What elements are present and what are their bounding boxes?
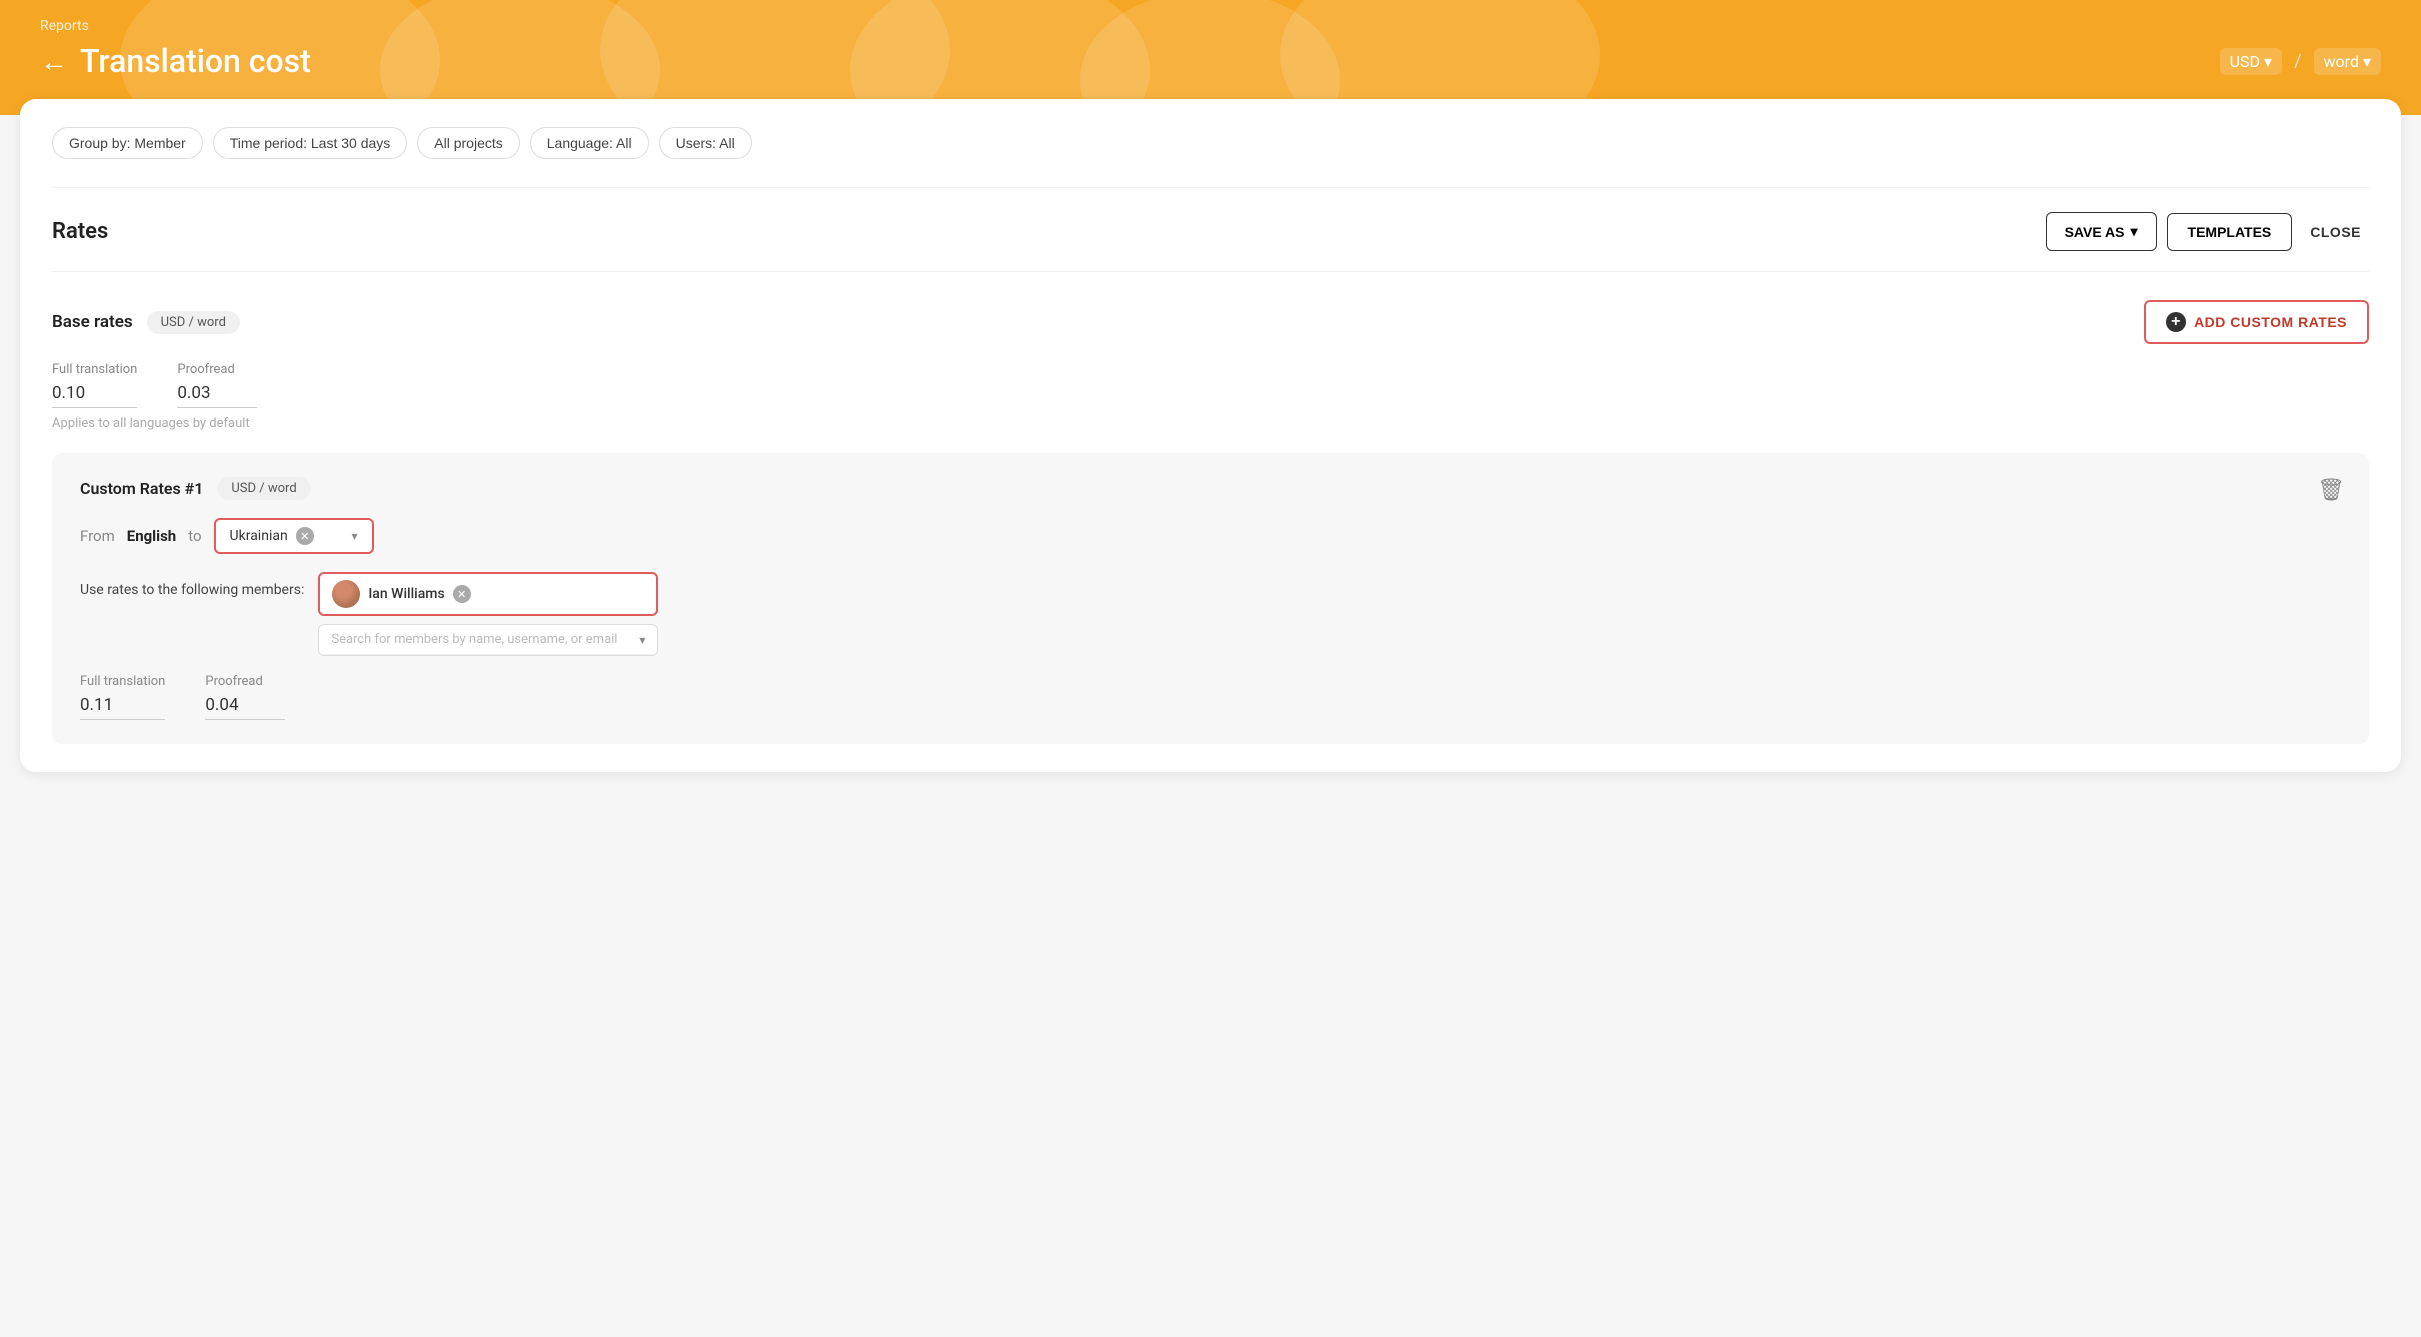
custom-rates-currency-badge: USD / word (217, 477, 310, 500)
unit-chevron-icon: ▾ (2363, 52, 2371, 71)
base-rates-currency-badge: USD / word (147, 311, 240, 334)
from-label: From (80, 527, 115, 545)
members-label: Use rates to the following members: (80, 572, 304, 598)
member-avatar (332, 580, 360, 608)
full-translation-value: 0.10 (52, 383, 137, 408)
custom-proofread-label: Proofread (205, 674, 285, 689)
language-row: From English to Ukrainian ✕ ▾ (80, 518, 2341, 554)
custom-full-translation-field: Full translation 0.11 (80, 674, 165, 720)
filter-language[interactable]: Language: All (530, 127, 649, 159)
full-translation-label: Full translation (52, 362, 137, 377)
to-language-remove-icon[interactable]: ✕ (296, 527, 314, 545)
base-rates-title-row: Base rates USD / word (52, 311, 240, 334)
page-title: ← Translation cost (40, 42, 311, 80)
delete-custom-rates-button[interactable]: 🗑 (2317, 477, 2345, 503)
page-header: Reports ← Translation cost USD ▾ / word … (0, 0, 2421, 115)
member-remove-icon[interactable]: ✕ (453, 585, 471, 603)
custom-full-translation-value: 0.11 (80, 695, 165, 720)
templates-label: TEMPLATES (2188, 224, 2272, 240)
to-language-select[interactable]: Ukrainian ✕ ▾ (214, 518, 374, 554)
from-language: English (127, 527, 176, 545)
filter-time-period[interactable]: Time period: Last 30 days (213, 127, 408, 159)
members-row: Use rates to the following members: Ian … (80, 572, 2341, 656)
custom-proofread-field: Proofread 0.04 (205, 674, 285, 720)
custom-rates-fields: Full translation 0.11 Proofread 0.04 (80, 674, 2341, 720)
custom-rates-block: 🗑 Custom Rates #1 USD / word From Englis… (52, 453, 2369, 744)
filter-projects[interactable]: All projects (417, 127, 519, 159)
main-card: Group by: Member Time period: Last 30 da… (20, 99, 2401, 772)
add-custom-label: ADD CUSTOM RATES (2194, 314, 2347, 330)
full-translation-field: Full translation 0.10 (52, 362, 137, 408)
members-dropdown: Search for members by name, username, or… (318, 624, 658, 656)
filters-bar: Group by: Member Time period: Last 30 da… (52, 127, 2369, 159)
members-select[interactable]: Ian Williams ✕ (318, 572, 658, 616)
header-controls: USD ▾ / word ▾ (2220, 48, 2381, 75)
custom-full-translation-label: Full translation (80, 674, 165, 689)
close-button[interactable]: CLOSE (2302, 214, 2369, 250)
delete-icon: 🗑 (2317, 477, 2345, 502)
templates-button[interactable]: TEMPLATES (2167, 213, 2293, 251)
close-label: CLOSE (2310, 224, 2361, 240)
custom-proofread-value: 0.04 (205, 695, 285, 720)
custom-rates-title: Custom Rates #1 (80, 479, 203, 498)
plus-circle-icon: + (2166, 312, 2186, 332)
save-as-label: SAVE AS (2065, 224, 2125, 240)
add-custom-rates-button[interactable]: + ADD CUSTOM RATES (2144, 300, 2369, 344)
members-search-hint: Search for members by name, username, or… (331, 632, 617, 647)
unit-label: word (2324, 52, 2359, 71)
currency-dropdown[interactable]: USD ▾ (2220, 48, 2282, 75)
proofread-label: Proofread (177, 362, 257, 377)
unit-dropdown[interactable]: word ▾ (2314, 48, 2381, 75)
rates-section-header: Rates SAVE AS ▾ TEMPLATES CLOSE (52, 212, 2369, 272)
base-rates-fields: Full translation 0.10 Proofread 0.03 (52, 362, 2369, 408)
currency-label: USD (2230, 52, 2260, 71)
save-as-button[interactable]: SAVE AS ▾ (2046, 212, 2157, 251)
title-text: Translation cost (80, 42, 311, 80)
custom-rates-header: Custom Rates #1 USD / word (80, 477, 2341, 500)
proofread-field: Proofread 0.03 (177, 362, 257, 408)
rates-actions: SAVE AS ▾ TEMPLATES CLOSE (2046, 212, 2369, 251)
filter-group-by[interactable]: Group by: Member (52, 127, 203, 159)
applies-note: Applies to all languages by default (52, 416, 2369, 431)
save-as-chevron-icon: ▾ (2130, 223, 2137, 240)
to-language-chevron-icon: ▾ (352, 529, 358, 543)
separator: / (2294, 51, 2301, 72)
proofread-value: 0.03 (177, 383, 257, 408)
members-dropdown-chevron-icon: ▾ (639, 633, 645, 647)
member-name: Ian Williams (368, 586, 444, 602)
base-rates-title: Base rates (52, 312, 133, 332)
to-label: to (188, 527, 201, 545)
currency-chevron-icon: ▾ (2264, 52, 2272, 71)
member-chip: Ian Williams ✕ (332, 580, 470, 608)
base-rates-section: Base rates USD / word + ADD CUSTOM RATES… (52, 300, 2369, 431)
back-arrow-icon[interactable]: ← (40, 45, 68, 78)
to-language-value: Ukrainian (230, 528, 288, 544)
filter-users[interactable]: Users: All (659, 127, 752, 159)
members-search-row: Search for members by name, username, or… (319, 625, 657, 655)
rates-title: Rates (52, 219, 108, 244)
breadcrumb: Reports (40, 18, 2381, 34)
